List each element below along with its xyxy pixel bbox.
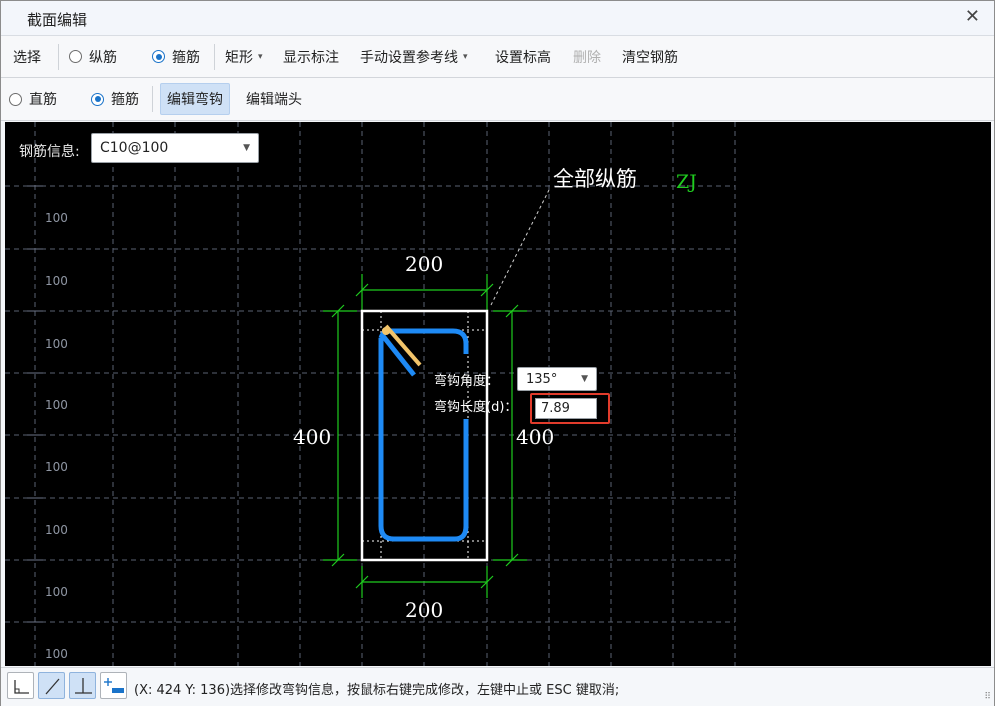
edit-end-button[interactable]: 编辑端头 (246, 78, 302, 120)
grid-label: 100 (45, 337, 68, 351)
section-edit-dialog: 截面编辑 ✕ 选择 纵筋 箍筋 矩形 ▾ 显示标注 手动设置参考线 ▾ 设置标高 删… (0, 0, 995, 706)
title-bar: 截面编辑 ✕ (1, 1, 994, 36)
edit-hook-label: 编辑弯钩 (160, 83, 230, 115)
set-elevation-button[interactable]: 设置标高 (495, 36, 551, 77)
grid-spacing-labels: 100 100 100 100 100 100 100 100 (45, 211, 68, 661)
input-highlight-frame (530, 393, 610, 424)
select-label: 选择 (13, 49, 41, 66)
close-icon[interactable]: ✕ (965, 6, 980, 27)
hook-length-label: 弯钩长度(d)： (434, 400, 518, 415)
radio-straight-label: 直筋 (29, 92, 57, 108)
dialog-title: 截面编辑 (27, 11, 88, 29)
callout-leader (490, 189, 550, 306)
dim-left-text: 400 (293, 425, 331, 449)
grid-label: 100 (45, 585, 68, 599)
add-point-icon[interactable] (100, 672, 127, 699)
hook-angle-label: 弯钩角度： (434, 374, 500, 389)
grid-lines (5, 122, 736, 666)
radio-straight[interactable]: 直筋 (9, 78, 57, 120)
grid-label: 100 (45, 211, 68, 225)
grid-label: 100 (45, 523, 68, 537)
resize-grip-icon[interactable]: ⠿ (984, 692, 991, 702)
status-message: (X: 424 Y: 136)选择修改弯钩信息，按鼠标右键完成修改，左键中止或 … (134, 683, 620, 698)
shape-label: 矩形 (225, 49, 253, 66)
hook-angle-select[interactable]: 135° ▼ (517, 367, 597, 391)
dim-right-text: 400 (516, 425, 554, 449)
manual-ref-label: 手动设置参考线 (360, 49, 458, 66)
clear-rebar-label: 清空钢筋 (622, 49, 678, 66)
radio-selected-icon (152, 50, 165, 63)
hook-angle-value: 135° (526, 371, 558, 387)
drawing-canvas[interactable]: 100 100 100 100 100 100 100 100 200 200 … (5, 122, 991, 666)
dropdown-arrow-icon: ▼ (581, 374, 588, 384)
dim-bottom-text: 200 (405, 598, 443, 622)
delete-label: 删除 (573, 49, 601, 66)
orthogonal-icon[interactable] (7, 672, 34, 699)
toolbar-main: 选择 纵筋 箍筋 矩形 ▾ 显示标注 手动设置参考线 ▾ 设置标高 删除 清空钢筋 (1, 36, 994, 78)
edit-end-label: 编辑端头 (246, 92, 302, 108)
radio-stirrup-type-label: 箍筋 (111, 92, 139, 108)
radio-icon (69, 50, 82, 63)
dimension-lines (323, 274, 527, 598)
dropdown-arrow-icon: ▼ (243, 143, 250, 153)
radio-longitudinal-label: 纵筋 (89, 49, 117, 66)
perpendicular-icon[interactable] (69, 672, 96, 699)
slant-line-icon[interactable] (38, 672, 65, 699)
grid-label: 100 (45, 647, 68, 661)
grid-label: 100 (45, 460, 68, 474)
radio-stirrup-label: 箍筋 (172, 49, 200, 66)
section-drawing: 100 100 100 100 100 100 100 100 200 200 … (5, 122, 736, 666)
dim-top-text: 200 (405, 252, 443, 276)
toolbar-divider (152, 86, 153, 112)
dropdown-arrow-icon: ▾ (463, 51, 468, 62)
callout-label: 全部纵筋 (553, 167, 637, 191)
set-elevation-label: 设置标高 (495, 49, 551, 66)
shape-dropdown[interactable]: 矩形 ▾ (225, 36, 263, 77)
radio-stirrup[interactable]: 箍筋 (152, 36, 200, 77)
status-bar: (X: 424 Y: 136)选择修改弯钩信息，按鼠标右键完成修改，左键中止或 … (1, 667, 994, 706)
toolbar-sub: 直筋 箍筋 编辑弯钩 编辑端头 (1, 78, 994, 121)
grid-label: 100 (45, 274, 68, 288)
radio-stirrup-type[interactable]: 箍筋 (91, 78, 139, 120)
manual-ref-dropdown[interactable]: 手动设置参考线 ▾ (360, 36, 468, 77)
show-dims-label: 显示标注 (283, 49, 339, 66)
callout-code: ZJ (676, 171, 697, 193)
radio-icon (9, 92, 22, 106)
toolbar-divider (214, 44, 215, 70)
select-button[interactable]: 选择 (13, 36, 41, 77)
dropdown-arrow-icon: ▾ (258, 51, 263, 62)
show-dims-button[interactable]: 显示标注 (283, 36, 339, 77)
radio-longitudinal[interactable]: 纵筋 (69, 36, 117, 77)
rebar-info-select[interactable]: C10@100 ▼ (91, 133, 259, 163)
rebar-info-value: C10@100 (100, 140, 169, 156)
grid-label: 100 (45, 398, 68, 412)
delete-button[interactable]: 删除 (573, 36, 601, 77)
hook-point (382, 327, 390, 335)
clear-rebar-button[interactable]: 清空钢筋 (622, 36, 678, 77)
radio-selected-icon (91, 92, 104, 106)
edit-hook-button[interactable]: 编辑弯钩 (160, 78, 230, 120)
rebar-info-label: 钢筋信息: (19, 144, 80, 160)
toolbar-divider (58, 44, 59, 70)
